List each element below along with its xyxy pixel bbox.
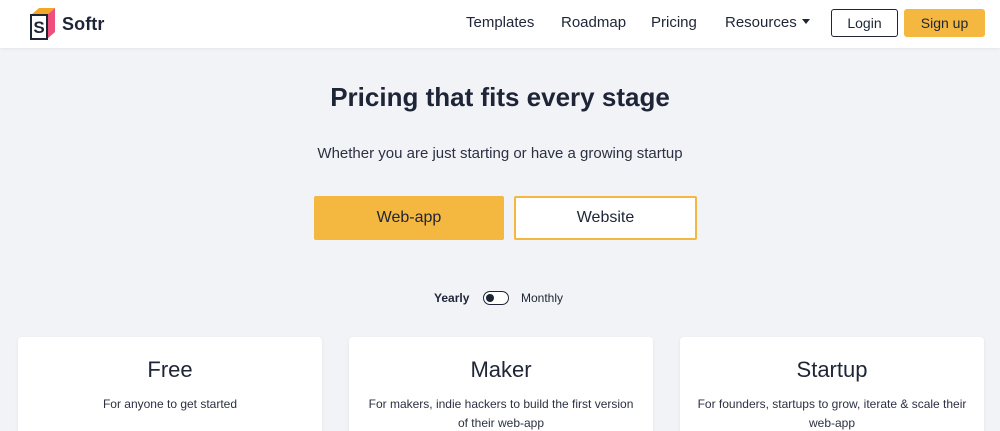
tab-website[interactable]: Website <box>514 196 697 240</box>
page-subtitle: Whether you are just starting or have a … <box>317 145 683 162</box>
caret-down-icon <box>801 19 810 24</box>
softr-cube-logo-icon: S <box>28 7 58 41</box>
plan-card-startup: Startup For founders, startups to grow, … <box>680 337 984 431</box>
nav-link-resources-label: Resources <box>725 14 797 31</box>
logo-letter: S <box>33 18 44 37</box>
nav-link-roadmap[interactable]: Roadmap <box>561 14 626 32</box>
nav-link-pricing[interactable]: Pricing <box>651 14 697 32</box>
plan-card-maker: Maker For makers, indie hackers to build… <box>349 337 653 431</box>
plan-description: For makers, indie hackers to build the f… <box>368 397 634 430</box>
billing-toggle-switch[interactable] <box>483 291 509 305</box>
nav-dropdown-resources[interactable]: Resources <box>725 14 810 32</box>
page-title: Pricing that fits every stage <box>330 82 670 112</box>
plan-name: Startup <box>796 357 868 382</box>
login-button[interactable]: Login <box>831 9 898 37</box>
nav-link-templates[interactable]: Templates <box>466 14 534 32</box>
monthly-label[interactable]: Monthly <box>521 291 563 305</box>
plan-description: For anyone to get started <box>102 397 238 411</box>
signup-button[interactable]: Sign up <box>904 9 985 37</box>
plan-name: Free <box>147 357 193 382</box>
brand-logo-link[interactable]: S Softr <box>28 7 105 41</box>
brand-name: Softr <box>62 13 105 34</box>
plan-description: For founders, startups to grow, iterate … <box>697 397 967 430</box>
top-navbar: S Softr Templates Roadmap Pricing Resour… <box>0 0 1000 48</box>
tab-web-app[interactable]: Web-app <box>314 196 504 240</box>
yearly-label[interactable]: Yearly <box>434 291 469 305</box>
toggle-knob <box>486 293 494 302</box>
billing-period-toggle: Yearly Monthly <box>0 289 1000 309</box>
plan-card-free: Free For anyone to get started <box>18 337 322 431</box>
plan-name: Maker <box>470 357 532 382</box>
